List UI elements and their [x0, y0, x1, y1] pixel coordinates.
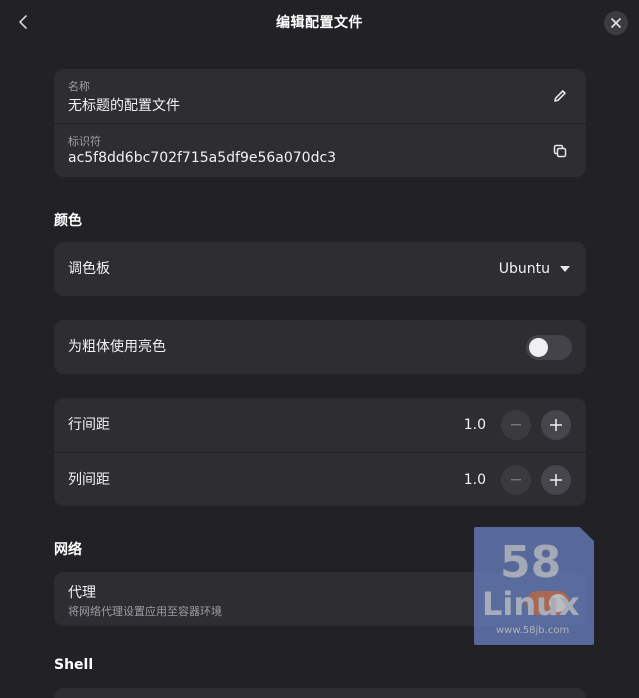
palette-label: 调色板	[68, 261, 110, 277]
colors-section-title: 颜色	[54, 213, 82, 229]
column-spacing-label: 列间距	[68, 472, 110, 488]
column-spacing-increase-button[interactable]	[541, 465, 571, 495]
watermark-url: www.58jb.com	[496, 625, 570, 636]
close-button[interactable]	[604, 11, 628, 35]
spacing-card: 行间距 1.0 列间距 1.0	[54, 398, 586, 506]
palette-value: Ubuntu	[498, 261, 550, 277]
shell-section-title: Shell	[54, 657, 94, 673]
column-spacing-row: 列间距 1.0	[54, 452, 586, 506]
copy-identifier-button[interactable]	[548, 139, 572, 163]
line-spacing-increase-button[interactable]	[541, 410, 571, 440]
watermark-word: Linux	[482, 585, 580, 623]
name-label: 名称	[68, 80, 90, 93]
palette-card: 调色板 Ubuntu	[54, 242, 586, 296]
line-spacing-decrease-button[interactable]	[501, 410, 531, 440]
shell-card	[54, 688, 586, 698]
minus-icon	[511, 479, 521, 481]
palette-dropdown[interactable]: Ubuntu	[499, 242, 570, 296]
palette-row[interactable]: 调色板 Ubuntu	[54, 242, 586, 296]
identifier-row: 标识符 ac5f8dd6bc702f715a5df9e56a070dc3	[54, 123, 586, 177]
column-spacing-decrease-button[interactable]	[501, 465, 531, 495]
proxy-subtitle: 将网络代理设置应用至容器环境	[68, 605, 222, 618]
watermark-number: 58	[500, 537, 562, 588]
plus-icon	[550, 419, 562, 431]
header-bar: 编辑配置文件	[0, 0, 639, 44]
minus-icon	[511, 424, 521, 426]
name-row: 名称 无标题的配置文件	[54, 69, 586, 123]
close-icon	[611, 18, 621, 28]
pencil-icon	[554, 90, 566, 102]
line-spacing-row: 行间距 1.0	[54, 398, 586, 452]
line-spacing-value[interactable]: 1.0	[464, 398, 486, 452]
back-icon	[19, 15, 27, 29]
edit-name-button[interactable]	[548, 84, 572, 108]
watermark-logo: 58 Linux www.58jb.com	[474, 527, 594, 645]
proxy-label: 代理	[68, 585, 96, 601]
identifier-label: 标识符	[68, 135, 101, 148]
identifier-value: ac5f8dd6bc702f715a5df9e56a070dc3	[68, 150, 337, 166]
page-title: 编辑配置文件	[276, 15, 363, 31]
bold-bright-label: 为粗体使用亮色	[68, 339, 166, 355]
back-button[interactable]	[12, 10, 36, 34]
copy-icon	[553, 144, 567, 158]
network-section-title: 网络	[54, 542, 82, 558]
column-spacing-value[interactable]: 1.0	[464, 453, 486, 506]
line-spacing-label: 行间距	[68, 417, 110, 433]
bold-bright-toggle[interactable]	[526, 335, 572, 360]
toggle-knob	[529, 338, 548, 357]
plus-icon	[550, 474, 562, 486]
name-value[interactable]: 无标题的配置文件	[68, 95, 180, 115]
profile-card: 名称 无标题的配置文件 标识符 ac5f8dd6bc702f715a5df9e5…	[54, 69, 586, 177]
dropdown-arrow-icon	[560, 266, 570, 272]
bold-bright-card: 为粗体使用亮色	[54, 320, 586, 374]
bold-bright-row: 为粗体使用亮色	[54, 320, 586, 374]
